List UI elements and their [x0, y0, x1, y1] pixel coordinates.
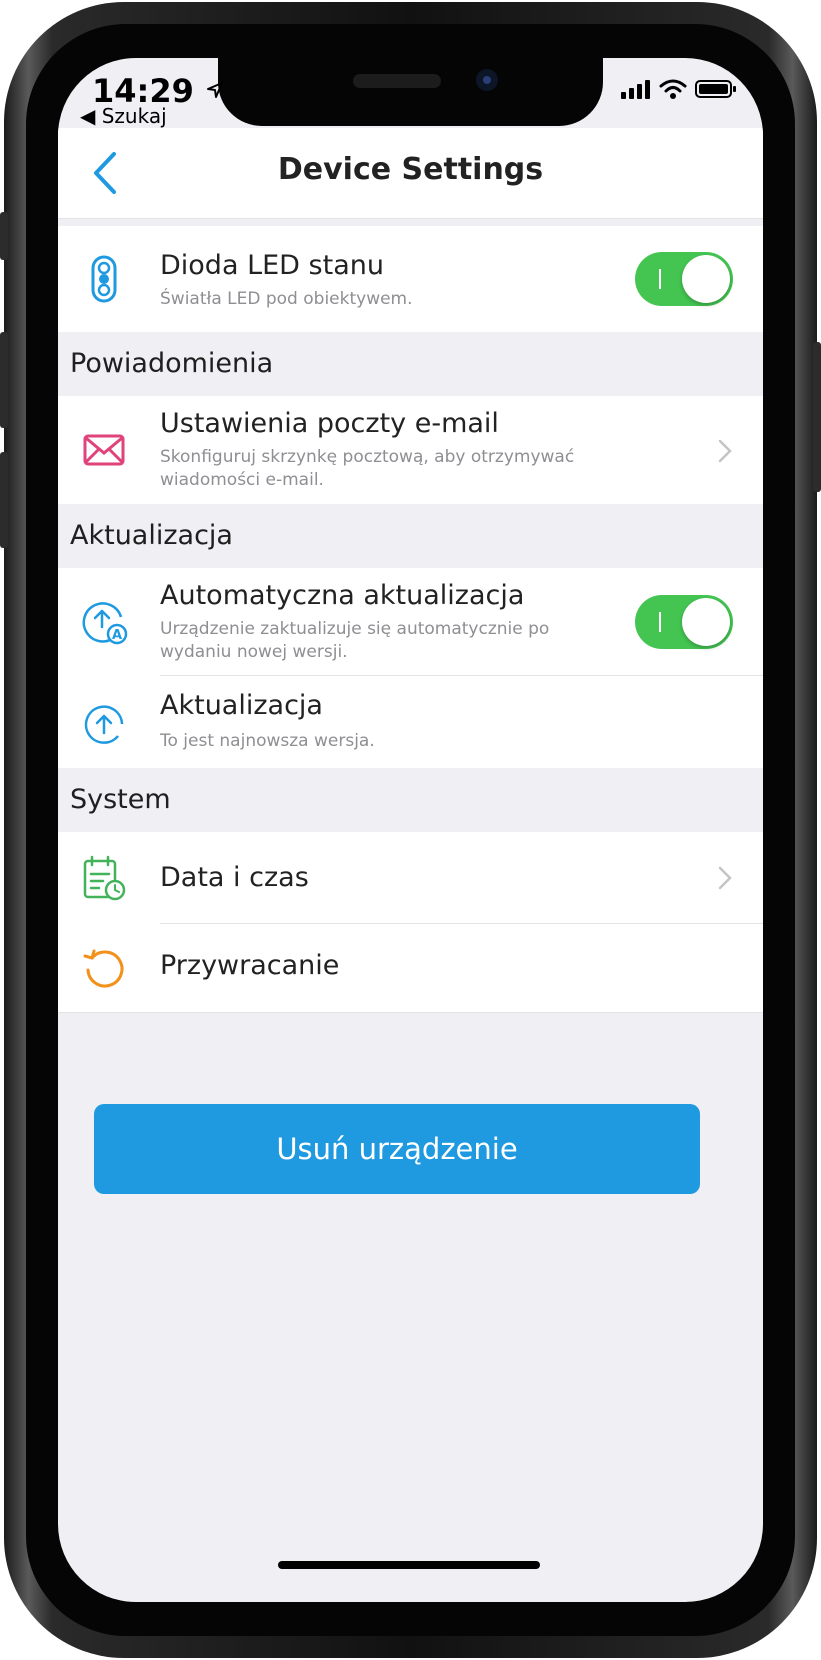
email-subtitle: Skonfiguruj skrzynkę pocztową, aby otrzy…: [160, 447, 575, 490]
toggle-on-mark: [659, 612, 661, 632]
led-subtitle: Światła LED pod obiektywem.: [160, 289, 413, 309]
restore-row[interactable]: Przywracanie: [58, 924, 763, 1013]
page-title: Device Settings: [277, 152, 544, 187]
back-to-app-label: ◀ Szukaj: [80, 104, 167, 128]
signal-icon: [621, 80, 650, 99]
led-status-row: Dioda LED stanu Światła LED pod obiektyw…: [58, 226, 763, 332]
navigation-bar: Device Settings: [58, 128, 763, 219]
restore-title: Przywracanie: [160, 950, 340, 981]
email-title: Ustawienia poczty e-mail: [160, 408, 499, 439]
delete-device-button[interactable]: Usuń urządzenie: [94, 1104, 700, 1194]
battery-icon: [695, 80, 736, 98]
back-to-app-link[interactable]: ◀ Szukaj: [80, 104, 167, 128]
location-arrow-icon: [207, 82, 223, 98]
update-row[interactable]: Aktualizacja To jest najnowsza wersja.: [58, 676, 763, 768]
volume-up-button: [0, 332, 8, 428]
led-toggle[interactable]: [635, 252, 733, 306]
upload-arrow-icon: [78, 698, 130, 750]
chevron-right-icon: [718, 439, 732, 463]
section-update-label: Aktualizacja: [70, 520, 233, 551]
calendar-clock-icon: [78, 852, 130, 904]
front-camera: [476, 69, 498, 91]
auto-update-row: A Automatyczna aktualizacja Urządzenie z…: [58, 568, 763, 676]
chevron-right-icon: [718, 866, 732, 890]
auto-update-icon: A: [78, 596, 130, 648]
mute-switch: [0, 212, 8, 260]
mail-icon: [78, 424, 130, 476]
update-subtitle: To jest najnowsza wersja.: [160, 731, 375, 751]
screen: 14:29 ◀ Szukaj Device Settings Dioda LED…: [58, 58, 763, 1602]
section-system-label: System: [70, 784, 171, 815]
volume-down-button: [0, 452, 8, 548]
auto-update-toggle[interactable]: [635, 595, 733, 649]
side-button: [813, 342, 821, 492]
auto-update-title: Automatyczna aktualizacja: [160, 580, 525, 611]
svg-text:A: A: [112, 628, 122, 643]
toggle-knob: [682, 255, 730, 303]
section-system: System: [58, 768, 763, 832]
home-indicator[interactable]: [278, 1561, 540, 1569]
wifi-icon: [659, 79, 687, 99]
auto-update-subtitle: Urządzenie zaktualizuje się automatyczni…: [160, 619, 550, 662]
date-time-row[interactable]: Data i czas: [58, 832, 763, 924]
restore-icon: [78, 942, 130, 994]
speaker: [353, 74, 441, 88]
toggle-on-mark: [659, 269, 661, 289]
email-settings-row[interactable]: Ustawienia poczty e-mail Skonfiguruj skr…: [58, 396, 763, 504]
status-icons: [621, 78, 737, 100]
section-notifications: Powiadomienia: [58, 332, 763, 396]
section-update: Aktualizacja: [58, 504, 763, 568]
section-notifications-label: Powiadomienia: [70, 348, 274, 379]
led-title: Dioda LED stanu: [160, 250, 384, 281]
traffic-light-icon: [78, 253, 130, 305]
date-time-title: Data i czas: [160, 862, 309, 893]
toggle-knob: [682, 598, 730, 646]
notch: [218, 58, 603, 126]
delete-device-label: Usuń urządzenie: [276, 1132, 518, 1166]
update-title: Aktualizacja: [160, 690, 323, 721]
